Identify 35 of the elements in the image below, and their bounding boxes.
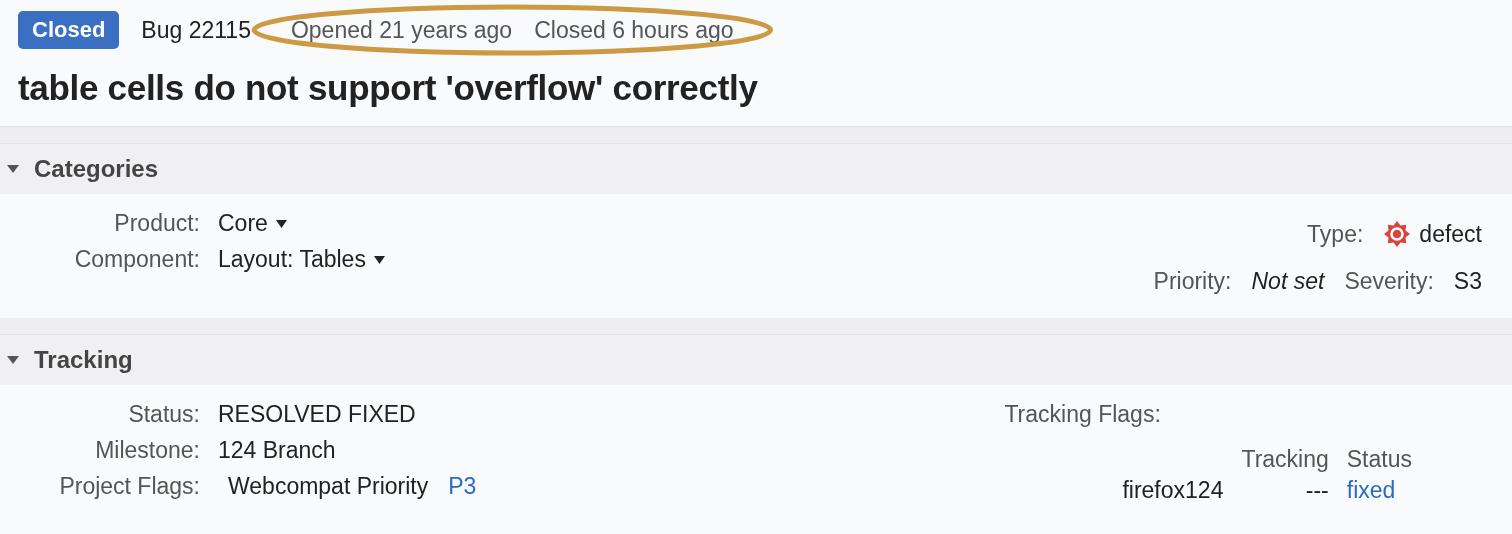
flag-link[interactable]: P3: [448, 473, 477, 500]
field-label: Product:: [113, 210, 200, 237]
table-cell: ---: [1223, 473, 1329, 504]
bug-title: table cells do not support 'overflow' correctly: [18, 68, 759, 108]
bug-type-icon: [1383, 220, 1412, 248]
field-value: S3: [1453, 268, 1482, 295]
field-value: 124 Branch: [218, 437, 336, 464]
field-value: Not set: [1251, 268, 1325, 295]
field-label: Milestone:: [94, 437, 200, 464]
caret-icon[interactable]: [275, 219, 287, 228]
field-value[interactable]: Core: [218, 210, 268, 237]
bug-id: Bug 22115: [141, 16, 251, 44]
closed-date: Closed 6 hours ago: [534, 16, 734, 44]
field-label: Tracking Flags:: [1004, 401, 1162, 428]
column-header: Tracking: [1240, 446, 1329, 473]
status-link[interactable]: fixed: [1346, 477, 1396, 503]
section-title[interactable]: Categories: [34, 155, 159, 183]
field-label: Project Flags:: [58, 473, 200, 500]
status-badge: Closed: [18, 11, 120, 49]
caret-icon[interactable]: [373, 255, 385, 264]
field-label: Component:: [73, 246, 200, 273]
section-title[interactable]: Tracking: [34, 346, 133, 374]
collapse-icon[interactable]: [6, 164, 20, 174]
flag-name: Webcompat Priority: [228, 473, 429, 500]
field-value[interactable]: Layout: Tables: [218, 246, 366, 273]
field-value: RESOLVED FIXED: [218, 401, 416, 428]
field-label: Status:: [127, 401, 200, 428]
field-label: Severity:: [1344, 268, 1434, 295]
field-value: defect: [1419, 220, 1482, 248]
column-header: Status: [1345, 446, 1412, 473]
opened-date: Opened 21 years ago: [290, 16, 513, 44]
collapse-icon[interactable]: [6, 355, 20, 365]
field-label: Priority:: [1153, 268, 1232, 295]
field-label: Type:: [1307, 220, 1364, 248]
table-cell-text: firefox124: [1121, 476, 1224, 504]
